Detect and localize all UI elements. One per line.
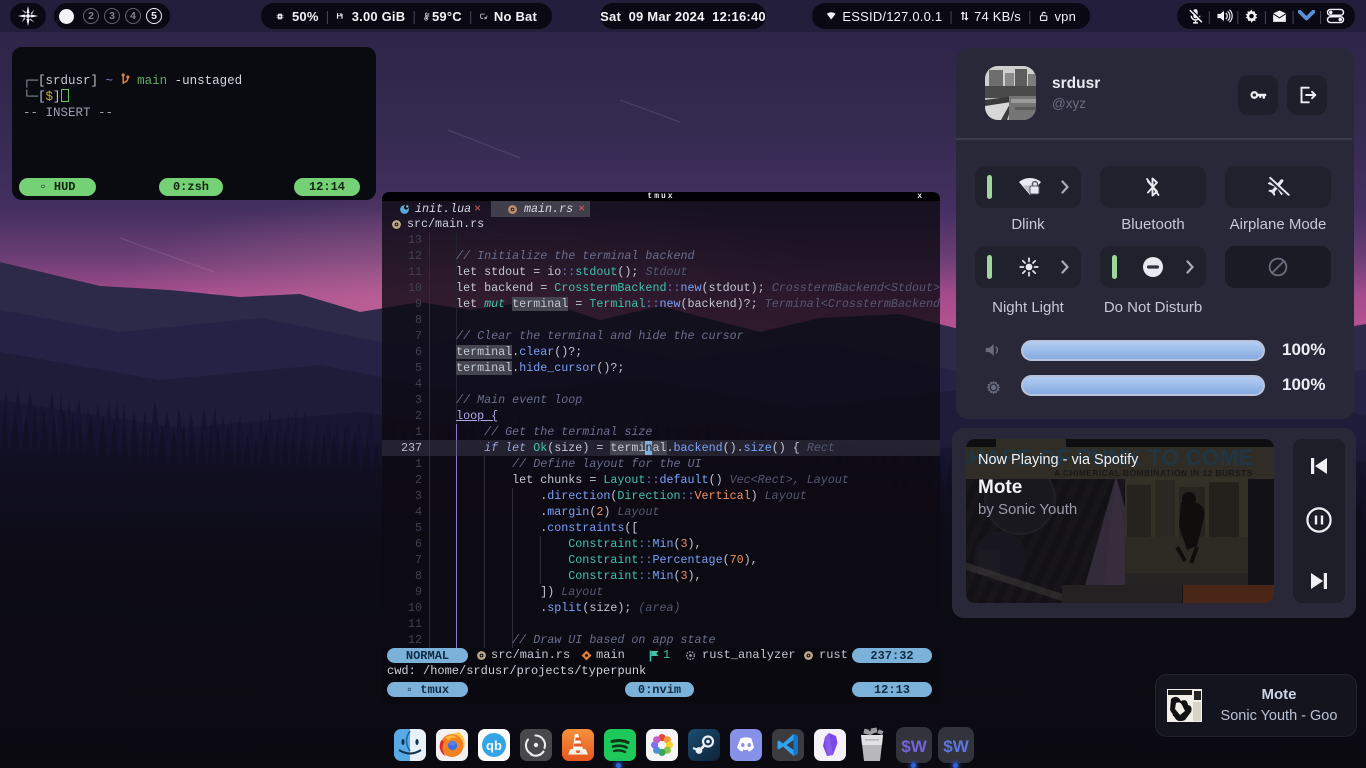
svg-text:$W: $W: [901, 737, 927, 756]
svg-text:qb: qb: [486, 738, 502, 753]
svg-text:$W: $W: [943, 737, 969, 756]
